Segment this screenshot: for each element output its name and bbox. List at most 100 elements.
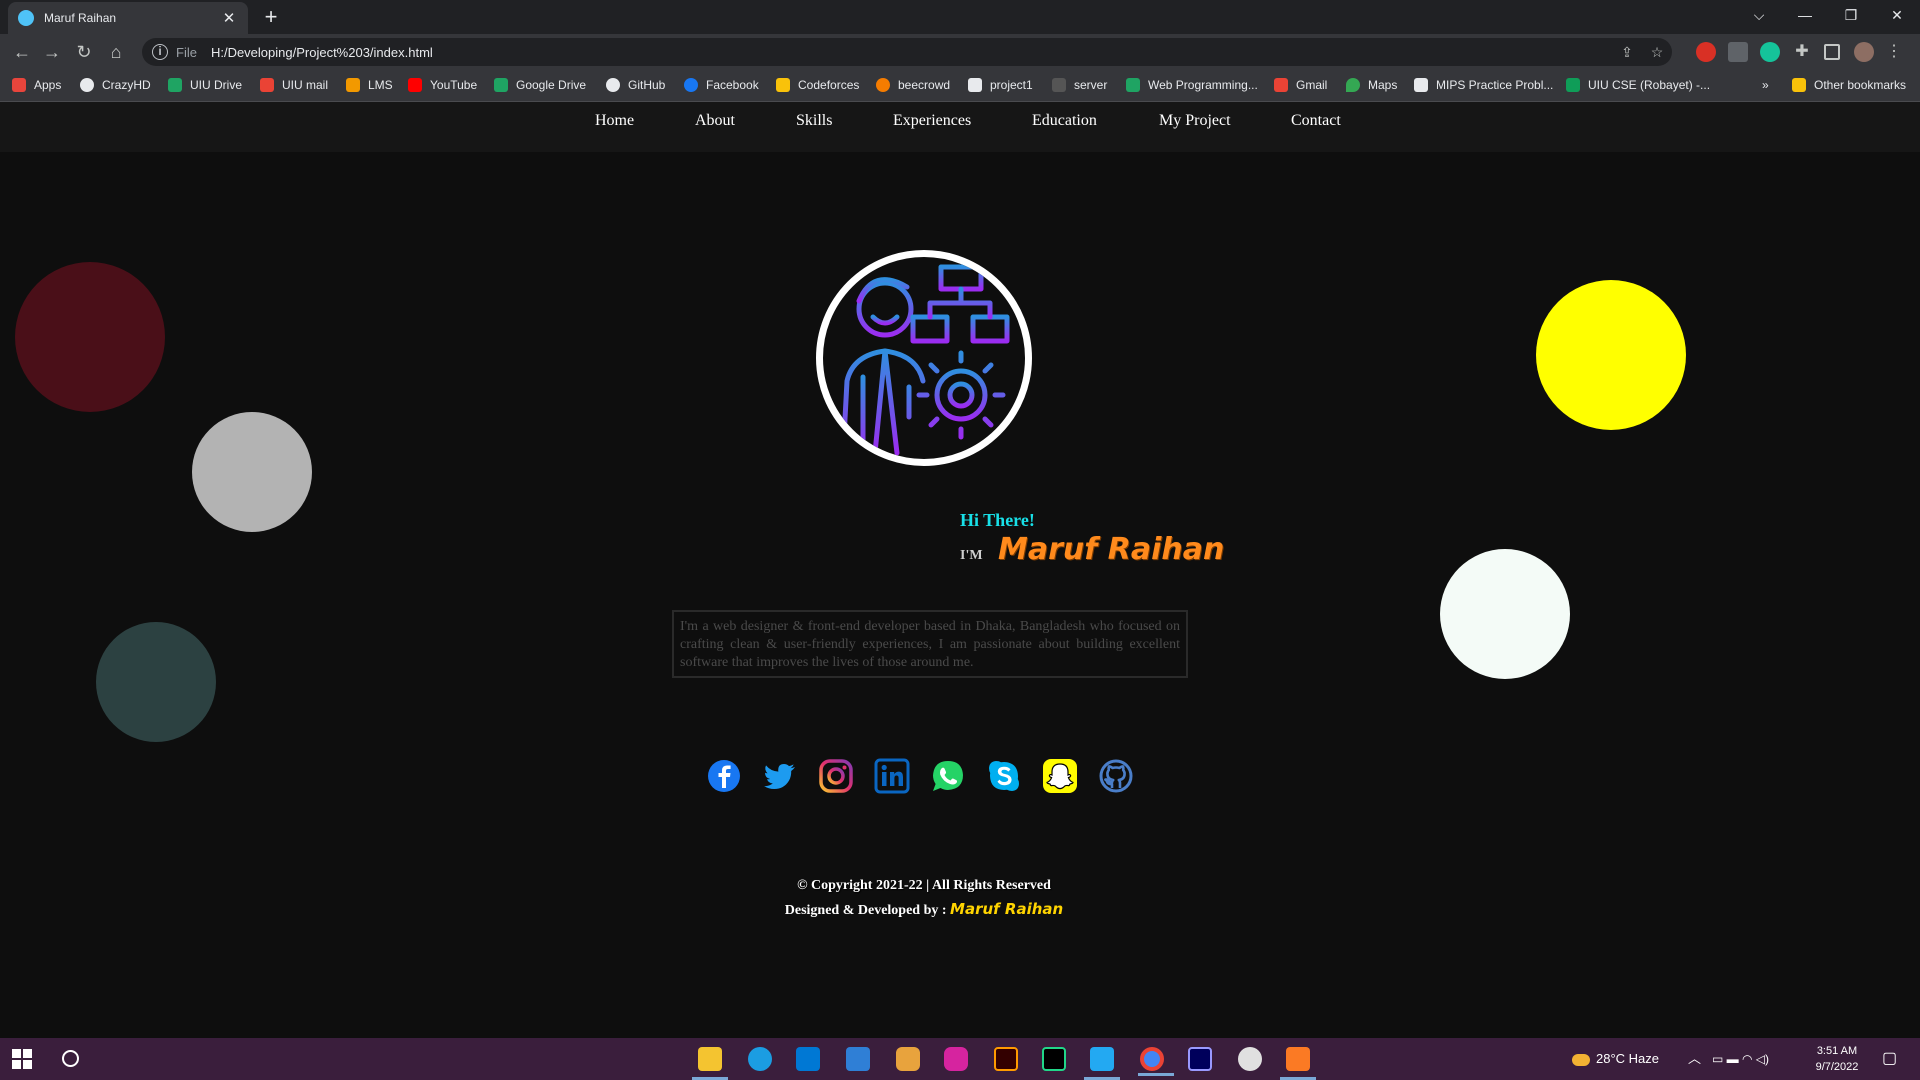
bookmark-star-icon[interactable]: ☆	[1642, 44, 1672, 61]
clock-time: 3:51 AM	[1816, 1045, 1858, 1057]
other-bookmarks[interactable]: Other bookmarks	[1792, 78, 1906, 92]
vscode-icon[interactable]	[1084, 1047, 1120, 1080]
github-icon[interactable]	[1098, 758, 1134, 794]
tray-overflow-icon[interactable]: ︿	[1688, 1038, 1701, 1080]
page-icon	[1052, 78, 1066, 92]
xampp-icon[interactable]	[1280, 1047, 1316, 1080]
pycharm-icon[interactable]	[1042, 1047, 1066, 1071]
bookmark-web-programming[interactable]: Web Programming...	[1126, 78, 1258, 92]
extension-red-icon[interactable]	[1696, 42, 1716, 62]
taskbar-clock[interactable]: 3:51 AM 9/7/2022	[1806, 1043, 1868, 1075]
bookmark-facebook[interactable]: Facebook	[684, 78, 759, 92]
site-info-icon[interactable]: i	[152, 44, 168, 60]
bookmark-uiu-drive[interactable]: UIU Drive	[168, 78, 242, 92]
nav-home[interactable]: Home	[595, 112, 634, 130]
bookmark-beecrowd[interactable]: beecrowd	[876, 78, 950, 92]
tray-status-icons[interactable]: ▭ ▬ ◠ ◁)	[1712, 1038, 1769, 1080]
crazyhd-icon	[80, 78, 94, 92]
premiere-icon[interactable]	[1188, 1047, 1212, 1071]
bookmark-github[interactable]: GitHub	[606, 78, 665, 92]
bookmark-apps[interactable]: Apps	[12, 78, 61, 92]
extension-pen-icon[interactable]	[1728, 42, 1748, 62]
browser-toolbar: ← → ↻ ⌂ i File H:/Developing/Project%203…	[0, 34, 1920, 70]
instagram-icon[interactable]	[818, 758, 854, 794]
instagram-app-icon[interactable]	[944, 1047, 968, 1071]
new-tab-button[interactable]: +	[258, 5, 284, 31]
bookmark-codeforces[interactable]: Codeforces	[776, 78, 859, 92]
skype-icon[interactable]	[986, 758, 1022, 794]
url-text[interactable]: H:/Developing/Project%203/index.html	[211, 45, 1612, 60]
back-icon[interactable]: ←	[10, 40, 34, 64]
bookmark-crazyhd[interactable]: CrazyHD	[80, 78, 151, 92]
reload-icon[interactable]: ↻	[72, 40, 96, 64]
address-bar[interactable]: i File H:/Developing/Project%203/index.h…	[142, 38, 1672, 66]
bio-paragraph: I'm a web designer & front-end developer…	[672, 610, 1188, 678]
page-icon	[968, 78, 982, 92]
minimize-button[interactable]: —	[1782, 0, 1828, 30]
close-tab-icon[interactable]: ✕	[220, 9, 238, 27]
profile-avatar[interactable]	[1854, 42, 1874, 62]
extensions-puzzle-icon[interactable]: ✚	[1792, 42, 1812, 62]
chrome-icon[interactable]	[1138, 1047, 1174, 1076]
github-icon	[606, 78, 620, 92]
bookmarks-overflow-button[interactable]: »	[1762, 78, 1769, 92]
forward-icon[interactable]: →	[40, 40, 64, 64]
menu-kebab-icon[interactable]: ⋮	[1884, 42, 1904, 62]
tab-title: Maruf Raihan	[44, 11, 117, 25]
whatsapp-icon[interactable]	[930, 758, 966, 794]
profile-avatar-image	[816, 250, 1032, 466]
snapchat-icon[interactable]	[1042, 758, 1078, 794]
edge-icon[interactable]	[748, 1047, 772, 1071]
browser-tab[interactable]: Maruf Raihan ✕	[8, 2, 248, 34]
bookmark-uiu-cse[interactable]: UIU CSE (Robayet) -...	[1566, 78, 1710, 92]
nav-about[interactable]: About	[695, 112, 735, 130]
decor-bubble-yellow	[1536, 280, 1686, 430]
drive-icon	[494, 78, 508, 92]
share-icon[interactable]: ⇪	[1612, 44, 1642, 61]
facebook-icon[interactable]	[706, 758, 742, 794]
hero-name: Maruf Raihan	[998, 532, 1225, 567]
close-window-button[interactable]: ✕	[1874, 0, 1920, 30]
nav-experiences[interactable]: Experiences	[893, 112, 971, 130]
credit-prefix: Designed & Developed by :	[784, 903, 947, 918]
bookmark-gmail[interactable]: Gmail	[1274, 78, 1327, 92]
lms-icon	[346, 78, 360, 92]
bookmark-maps[interactable]: Maps	[1346, 78, 1397, 92]
cortana-search-icon[interactable]	[62, 1050, 79, 1067]
nav-contact[interactable]: Contact	[1291, 112, 1341, 130]
bookmark-uiu-mail[interactable]: UIU mail	[260, 78, 328, 92]
tab-search-icon[interactable]: ⌵	[1736, 0, 1782, 30]
decor-bubble-teal	[96, 622, 216, 742]
linkedin-icon[interactable]	[874, 758, 910, 794]
illustrator-icon[interactable]	[994, 1047, 1018, 1071]
cube-app-icon[interactable]	[896, 1047, 920, 1071]
file-explorer-icon[interactable]	[692, 1047, 728, 1080]
nav-skills[interactable]: Skills	[796, 112, 832, 130]
nav-education[interactable]: Education	[1032, 112, 1097, 130]
bookmark-project1[interactable]: project1	[968, 78, 1033, 92]
bookmark-server[interactable]: server	[1052, 78, 1107, 92]
bookmark-mips[interactable]: MIPS Practice Probl...	[1414, 78, 1553, 92]
restore-button[interactable]: ❐	[1828, 0, 1874, 30]
bookmark-lms[interactable]: LMS	[346, 78, 393, 92]
im-label: I'M	[960, 548, 983, 563]
windows-start-icon[interactable]	[12, 1049, 32, 1069]
weather-widget[interactable]: 28°C Haze	[1572, 1038, 1659, 1080]
greeting-text: Hi There!	[960, 510, 1035, 530]
web-page: Home About Skills Experiences Education …	[0, 102, 1920, 1038]
bookmark-google-drive[interactable]: Google Drive	[494, 78, 586, 92]
grammarly-icon[interactable]	[1760, 42, 1780, 62]
side-panel-icon[interactable]	[1824, 44, 1840, 60]
nav-my-project[interactable]: My Project	[1159, 112, 1231, 130]
facebook-icon	[684, 78, 698, 92]
bookmark-youtube[interactable]: YouTube	[408, 78, 477, 92]
codeforces-icon	[776, 78, 790, 92]
notification-icon[interactable]: ▢	[1882, 1038, 1897, 1080]
mail-icon[interactable]	[846, 1047, 870, 1071]
decor-bubble-maroon	[15, 262, 165, 412]
home-icon[interactable]: ⌂	[104, 40, 128, 64]
notion-icon	[1414, 78, 1428, 92]
microsoft-store-icon[interactable]	[796, 1047, 820, 1071]
cloud-app-icon[interactable]	[1238, 1047, 1262, 1071]
twitter-icon[interactable]	[762, 758, 798, 794]
